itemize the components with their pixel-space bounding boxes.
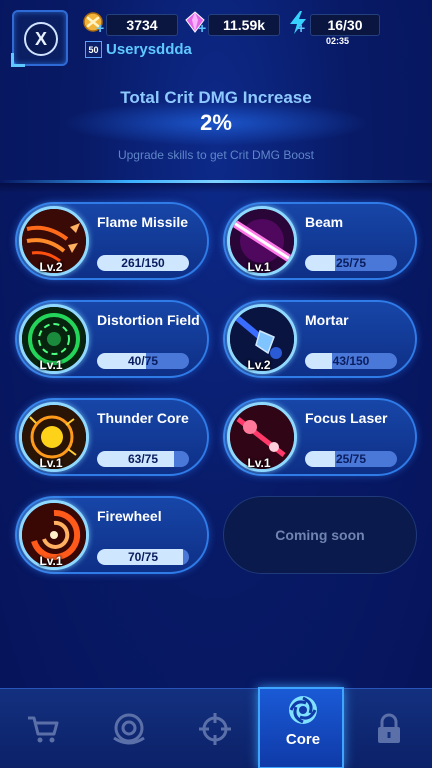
skill-name: Thunder Core [97,410,189,426]
nav-shop[interactable] [0,689,86,768]
skill-progress-text: 43/150 [332,354,370,368]
skill-name: Focus Laser [305,410,388,426]
crit-title: Total Crit DMG Increase [120,88,312,107]
avatar-corner-decoration [11,53,25,67]
crosshair-icon [199,713,231,745]
skill-name: Firewheel [97,508,162,524]
add-gems-icon[interactable]: + [198,20,206,36]
skill-level: Lv.1 [39,358,63,372]
skill-name: Mortar [305,312,349,328]
skill-progress-text: 40/75 [127,354,159,368]
gold-amount: 3734 [106,14,178,36]
skill-level: Lv.1 [247,260,271,274]
skill-card-focus-laser[interactable]: Lv.1 Focus Laser 25/75 [223,398,417,476]
skill-level: Lv.1 [39,456,63,470]
crit-summary: Total Crit DMG Increase 2% Upgrade skill… [0,80,432,180]
cart-icon [28,716,59,743]
skill-name: Distortion Field [97,312,200,328]
nav-core-label: Core [285,731,321,748]
skill-progress-text: 70/75 [127,550,159,564]
player-level-badge: 50 [85,41,102,58]
core-icon [289,696,317,724]
skill-name: Beam [305,214,344,230]
skill-level: Lv.1 [247,456,271,470]
skill-name: Flame Missile [97,214,189,230]
skill-progress-text: 25/75 [335,452,367,466]
gem-amount: 11.59k [208,14,280,36]
skill-card-flame-missile[interactable]: Lv.2 Flame Missile 261/150 [15,202,209,280]
lock-icon [378,713,400,743]
energy-timer: 02:35 [326,36,350,46]
add-energy-icon[interactable]: + [297,20,305,36]
divider-shade [0,183,432,193]
skill-level: Lv.2 [39,260,63,274]
nav-core[interactable]: Core [258,687,344,768]
username: Userysddda [106,41,192,58]
skill-card-mortar[interactable]: Lv.2 Mortar 43/150 [223,300,417,378]
skill-progress-text: 63/75 [127,452,159,466]
radar-icon [113,713,145,745]
skill-progress-bar: 25/75 [305,451,397,467]
skill-progress-text: 261/150 [121,256,165,270]
skill-card-distortion-field[interactable]: Lv.1 Distortion Field 40/75 [15,300,209,378]
coming-soon-slot: Coming soon [223,496,417,574]
avatar[interactable]: X [11,10,68,67]
nav-target[interactable] [172,689,258,768]
avatar-x-icon: X [24,22,58,56]
skill-progress-bar: 70/75 [97,549,189,565]
skill-card-thunder-core[interactable]: Lv.1 Thunder Core 63/75 [15,398,209,476]
energy-amount: 16/30 [310,14,380,36]
crit-subtitle: Upgrade skills to get Crit DMG Boost [117,148,315,162]
crit-value: 2% [200,110,232,135]
skill-progress-bar: 43/150 [305,353,397,369]
skill-progress-bar: 63/75 [97,451,189,467]
skill-progress-bar: 40/75 [97,353,189,369]
skill-card-firewheel[interactable]: Lv.1 Firewheel 70/75 [15,496,209,574]
skill-progress-text: 25/75 [335,256,367,270]
skill-progress-bar: 25/75 [305,255,397,271]
add-gold-icon[interactable]: + [96,20,104,36]
skill-level: Lv.2 [247,358,271,372]
nav-locked[interactable] [346,689,432,768]
bottom-nav: Core [0,687,432,768]
skill-card-beam[interactable]: Lv.1 Beam 25/75 [223,202,417,280]
skill-progress-bar: 261/150 [97,255,189,271]
top-bar: X + 3734 + 11.59k + 16/30 02:35 50 Usery… [0,0,432,70]
nav-radar[interactable] [86,689,172,768]
skill-level: Lv.1 [39,554,63,568]
